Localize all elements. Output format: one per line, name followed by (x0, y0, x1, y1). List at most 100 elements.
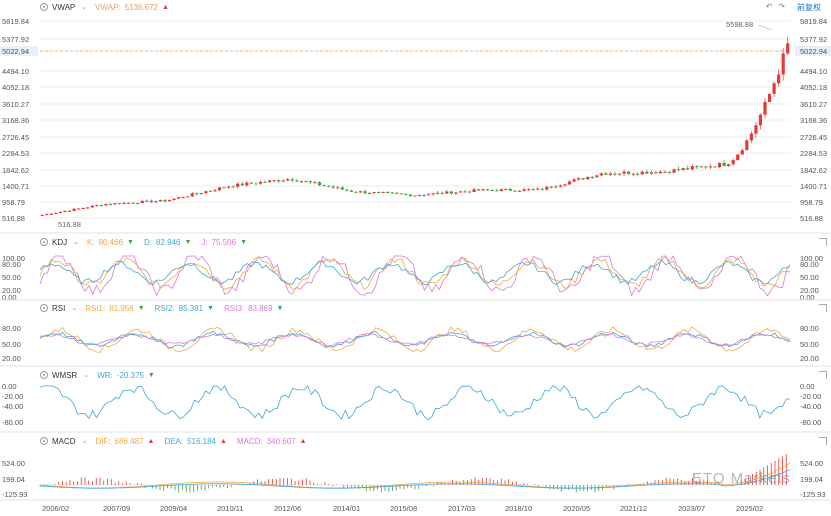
candle-body (254, 183, 258, 185)
candle-body (63, 211, 67, 213)
candle-body (304, 181, 308, 183)
candle-body (81, 207, 85, 209)
candle-body (399, 193, 403, 195)
candle-body (58, 211, 63, 213)
candle-body (604, 173, 608, 175)
y-tick-label: 5377.92 (2, 35, 29, 44)
candle-body (431, 193, 435, 195)
y-tick-label: 5819.84 (800, 17, 827, 26)
candle-body (140, 201, 144, 204)
y-tick-label: 5022.94 (2, 47, 29, 56)
rsi3-line (39, 333, 791, 347)
candle-body (631, 173, 635, 175)
candle-body (540, 188, 544, 190)
candle-body (108, 204, 113, 206)
y-tick-label: 1400.71 (800, 182, 827, 191)
rsi-y-tick: 20.00 (2, 354, 21, 363)
candle-body (449, 191, 453, 194)
candle-body (522, 189, 526, 191)
candle-body (590, 176, 594, 178)
y-tick-label: 3168.36 (800, 116, 827, 125)
candle-body (545, 186, 549, 190)
y-tick-label: 3610.27 (800, 100, 827, 109)
candle-body (417, 195, 422, 197)
candle-body (572, 179, 576, 182)
low-label: 516.88 (58, 220, 81, 229)
candle-body (508, 188, 513, 191)
kdj-y-tick: 80.00 (800, 260, 819, 269)
candle-body (758, 114, 763, 126)
y-tick-label: 3610.27 (2, 100, 29, 109)
wmsr-y-tick: -80.00 (2, 418, 23, 427)
candle-body (358, 191, 363, 193)
candle-body (781, 53, 785, 75)
candle-body (331, 186, 335, 188)
candle-body (390, 192, 394, 194)
candle-body (481, 189, 485, 191)
kdj-y-tick: 0.00 (2, 293, 17, 302)
y-tick-label: 3168.36 (2, 116, 29, 125)
candle-body (504, 188, 508, 190)
macd-y-tick: 524.00 (2, 459, 25, 468)
wmsr-y-tick: -20.00 (800, 392, 821, 401)
y-tick-label: 4052.18 (800, 83, 827, 92)
chart-canvas[interactable]: 5819.84 5819.84 5377.92 5377.92 5022.94 5022.… (0, 0, 831, 516)
macd-y-tick: 199.04 (2, 475, 25, 484)
candle-body (127, 202, 131, 204)
candle-body (686, 168, 690, 170)
candle-body (595, 175, 599, 178)
candle-body (217, 187, 222, 191)
candle-body (190, 193, 194, 197)
candle-body (495, 190, 499, 192)
candle-body (136, 203, 140, 205)
candle-body (467, 191, 472, 193)
candle-body (445, 191, 449, 194)
candle-body (677, 169, 681, 171)
candle-body (581, 178, 585, 180)
macd-y-tick: -125.93 (2, 490, 27, 499)
candle-body (222, 187, 226, 189)
x-tick-label: 2023/07 (678, 504, 705, 513)
candle-body (458, 191, 463, 193)
high-label: 5598.88 (726, 20, 753, 29)
candle-body (186, 196, 190, 198)
candle-body (104, 204, 108, 206)
candle-body (281, 180, 285, 182)
wmsr-y-tick: -20.00 (2, 392, 23, 401)
macd-y-tick: 524.00 (800, 459, 823, 468)
candle-body (567, 181, 572, 185)
candle-body (486, 189, 490, 191)
candle-body (204, 191, 208, 194)
x-tick-label: 2021/12 (620, 504, 647, 513)
kdj-y-tick: 50.00 (2, 273, 21, 282)
candle-body (327, 185, 331, 187)
candle-body (227, 186, 231, 188)
candle-body (149, 200, 153, 203)
y-tick-label: 1842.62 (2, 166, 29, 175)
candle-body (586, 176, 590, 180)
candle-body (363, 191, 367, 194)
candle-body (90, 205, 94, 208)
candle-body (713, 166, 717, 168)
candle-body (513, 190, 517, 192)
candle-body (617, 173, 622, 175)
candle-body (454, 192, 458, 194)
x-tick-label: 2010/11 (217, 504, 244, 513)
candle-body (40, 215, 44, 217)
candle-body (163, 199, 167, 202)
candle-body (258, 181, 263, 184)
candle-body (322, 185, 326, 187)
y-tick-label: 2726.45 (2, 133, 29, 142)
candle-body (531, 189, 535, 191)
candle-body (754, 125, 758, 134)
y-tick-label: 4052.18 (2, 83, 29, 92)
candle-body (517, 190, 522, 192)
candle-body (658, 171, 663, 174)
candle-body (272, 180, 276, 182)
candle-body (663, 171, 667, 173)
y-tick-label: 4494.10 (2, 67, 29, 76)
candle-body (704, 166, 708, 168)
y-tick-label: 516.88 (800, 214, 823, 223)
rsi-y-tick: 20.00 (800, 354, 819, 363)
candle-body (577, 178, 581, 180)
